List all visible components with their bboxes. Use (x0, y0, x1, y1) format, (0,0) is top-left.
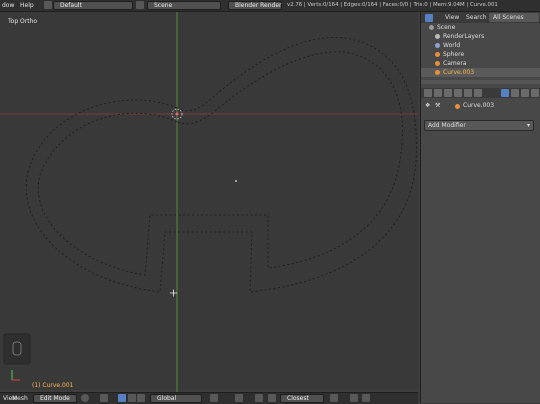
world-icon (435, 43, 440, 48)
object-origin (235, 180, 237, 182)
outliner-tab-view[interactable]: View (445, 14, 459, 21)
snap-element-icon[interactable] (268, 394, 276, 402)
outliner-item-world[interactable]: World (421, 41, 540, 50)
scene-tab-icon[interactable] (444, 89, 452, 97)
viewport-overlay (0, 12, 418, 392)
chevron-down-icon: ▾ (526, 122, 530, 129)
constraints-tab-icon[interactable] (474, 89, 482, 97)
mesh-menu[interactable]: Mesh (12, 394, 28, 403)
properties-tabs (421, 88, 540, 98)
data-tab-icon[interactable] (511, 89, 519, 97)
outliner-item-scene[interactable]: Scene (421, 23, 540, 32)
outliner-item-sphere[interactable]: Sphere (421, 50, 540, 59)
outliner-item-curve[interactable]: Curve.003 (421, 68, 540, 77)
translate-icon[interactable] (128, 394, 136, 402)
outliner-display-dropdown[interactable]: All Scenes (489, 13, 539, 22)
align-rotation-icon[interactable] (330, 394, 338, 402)
add-modifier-dropdown[interactable]: Add Modifier ▾ (424, 120, 534, 131)
layer-icon[interactable] (210, 394, 218, 402)
world-tab-icon[interactable] (454, 89, 462, 97)
mouse-cursor-icon (170, 289, 177, 297)
wrench-icon: ⚒ (435, 102, 441, 109)
mode-dropdown[interactable]: Edit Mode (33, 394, 77, 403)
curve-icon (435, 70, 440, 75)
view-label: Top Ortho (8, 18, 38, 25)
outliner-scrollbar[interactable] (421, 80, 540, 84)
render-preview-icon[interactable] (350, 394, 358, 402)
manipulator-icon[interactable] (118, 394, 126, 402)
properties-context: ❖ ⚒ Curve.003 (421, 101, 540, 111)
pivot-icon[interactable] (100, 394, 108, 402)
renderlayers-icon (435, 34, 440, 39)
outliner-tab-search[interactable]: Search (466, 14, 487, 21)
snap-target-dropdown[interactable]: Closest (280, 394, 324, 403)
object-icon (455, 104, 460, 109)
outliner-item-renderlayers[interactable]: RenderLayers (421, 32, 540, 41)
layers-tab-icon[interactable] (434, 89, 442, 97)
camera-preview-icon[interactable] (362, 394, 370, 402)
outliner-header: View Search All Scenes (421, 12, 540, 23)
object-tab-icon[interactable] (464, 89, 472, 97)
outliner-editor-icon[interactable] (425, 14, 433, 22)
axis-gizmo-icon (11, 370, 20, 381)
sphere-icon (435, 52, 440, 57)
proportional-edit-icon[interactable] (235, 394, 243, 402)
shading-icon[interactable] (81, 394, 89, 402)
outliner-item-camera[interactable]: Camera (421, 59, 540, 68)
orientation-dropdown[interactable]: Global (150, 394, 202, 403)
curve-outer (37, 51, 404, 276)
properties-object-name: Curve.003 (463, 102, 495, 109)
viewport-header: View Mesh Edit Mode Global Closest (0, 392, 418, 404)
scene-icon (429, 25, 434, 30)
modifiers-tab-icon[interactable] (501, 89, 509, 97)
snap-icon[interactable] (255, 394, 263, 402)
material-tab-icon[interactable] (521, 89, 529, 97)
camera-icon (435, 61, 440, 66)
navigation-widget (3, 333, 31, 365)
texture-tab-icon[interactable] (531, 89, 539, 97)
active-object-label: (1) Curve.001 (32, 382, 74, 389)
3d-cursor-center (175, 112, 179, 116)
pin-icon[interactable]: ❖ (425, 102, 430, 109)
rotate-icon[interactable] (137, 394, 145, 402)
render-tab-icon[interactable] (424, 89, 432, 97)
